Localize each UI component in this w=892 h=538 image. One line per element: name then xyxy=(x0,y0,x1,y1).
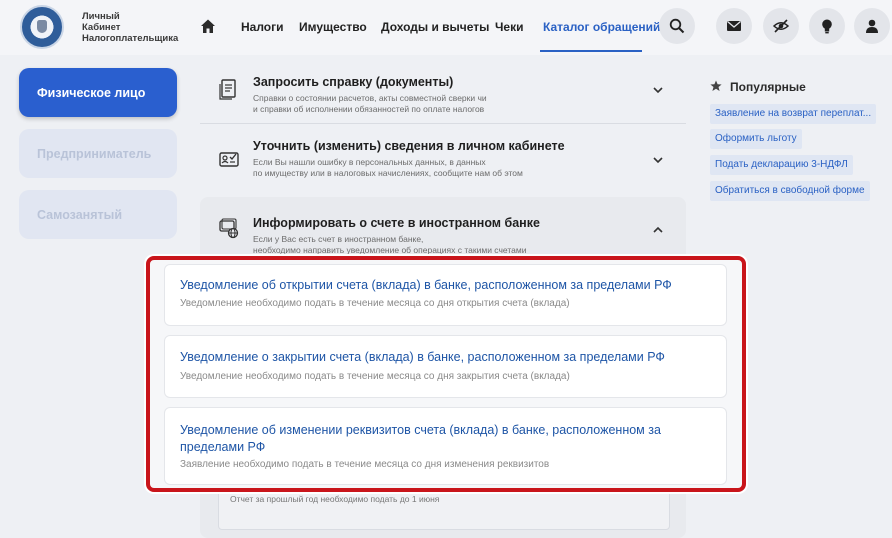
catalog-item-title: Информировать о счете в иностранном банк… xyxy=(253,216,540,230)
popular-link-3ndfl[interactable]: Подать декларацию 3-НДФЛ xyxy=(710,155,853,175)
card-title[interactable]: Уведомление об изменении реквизитов счет… xyxy=(180,422,661,456)
catalog-item-foreign-bank[interactable]: Информировать о счете в иностранном банк… xyxy=(200,205,686,257)
card-title[interactable]: Уведомление о закрытии счета (вклада) в … xyxy=(180,349,665,366)
messages-button[interactable] xyxy=(716,8,752,44)
catalog-item-title: Запросить справку (документы) xyxy=(253,75,454,89)
notification-change-details-card[interactable]: Уведомление об изменении реквизитов счет… xyxy=(164,407,727,485)
logo-line-2: Кабинет xyxy=(82,22,121,33)
mail-icon xyxy=(727,21,741,31)
home-icon[interactable] xyxy=(200,18,216,34)
logo-line-3: Налогоплательщика xyxy=(82,33,179,44)
card-subtitle: Уведомление необходимо подать в течение … xyxy=(180,298,570,309)
popular-title: Популярные xyxy=(730,80,806,94)
document-icon xyxy=(219,79,236,100)
catalog-item-request-certificate[interactable]: Запросить справку (документы) Справки о … xyxy=(200,66,686,124)
popular-link-refund[interactable]: Заявление на возврат переплат... xyxy=(710,104,877,124)
notification-open-account-card[interactable]: Уведомление об открытии счета (вклада) в… xyxy=(164,264,727,326)
fns-emblem-logo[interactable] xyxy=(20,5,64,49)
catalog-item-description: Справки о состоянии расчетов, акты совме… xyxy=(253,93,487,114)
lightbulb-icon xyxy=(822,19,832,34)
nav-income-deductions[interactable]: Доходы и вычеты xyxy=(381,20,489,34)
sidebar-item-individual[interactable]: Физическое лицо xyxy=(19,68,177,117)
partially-visible-text: Отчет за прошлый год необходимо подать д… xyxy=(230,494,440,504)
catalog-item-description: Если Вы нашли ошибку в персональных данн… xyxy=(253,157,523,178)
id-card-check-icon xyxy=(219,152,239,167)
chevron-down-icon[interactable] xyxy=(652,84,664,96)
catalog-item-description: Если у Вас есть счет в иностранном банке… xyxy=(253,234,527,255)
nav-property[interactable]: Имущество xyxy=(299,20,367,34)
notification-close-account-card[interactable]: Уведомление о закрытии счета (вклада) в … xyxy=(164,335,727,398)
search-button[interactable] xyxy=(659,8,695,44)
popular-link-benefit[interactable]: Оформить льготу xyxy=(710,129,802,149)
profile-button[interactable] xyxy=(854,8,890,44)
eye-crossed-icon xyxy=(773,19,789,33)
user-icon xyxy=(866,19,878,33)
nav-taxes[interactable]: Налоги xyxy=(241,20,284,34)
top-header: Личный Кабинет Налогоплательщика Налоги … xyxy=(0,0,892,55)
help-button[interactable] xyxy=(809,8,845,44)
card-title[interactable]: Уведомление об открытии счета (вклада) в… xyxy=(180,277,672,294)
chevron-down-icon[interactable] xyxy=(652,154,664,166)
catalog-item-update-details[interactable]: Уточнить (изменить) сведения в личном ка… xyxy=(200,128,686,190)
bank-cards-globe-icon xyxy=(219,218,239,239)
logo-text[interactable]: Личный Кабинет Налогоплательщика xyxy=(82,11,178,44)
divider xyxy=(200,123,686,124)
search-icon xyxy=(669,18,685,34)
star-icon xyxy=(710,80,722,91)
popular-link-free-form[interactable]: Обратиться в свободной форме xyxy=(710,181,870,201)
logo-line-1: Личный xyxy=(82,11,120,22)
visibility-toggle-button[interactable] xyxy=(763,8,799,44)
card-title-line-1: Уведомление об изменении реквизитов счет… xyxy=(180,423,661,437)
chevron-up-icon[interactable] xyxy=(652,224,664,236)
card-subtitle: Уведомление необходимо подать в течение … xyxy=(180,371,570,382)
sidebar-item-entrepreneur[interactable]: Предприниматель xyxy=(19,129,177,178)
nav-appeals-catalog[interactable]: Каталог обращений xyxy=(543,20,660,34)
nav-receipts[interactable]: Чеки xyxy=(495,20,524,34)
sidebar-item-self-employed[interactable]: Самозанятый xyxy=(19,190,177,239)
catalog-item-title: Уточнить (изменить) сведения в личном ка… xyxy=(253,139,565,153)
card-subtitle: Заявление необходимо подать в течение ме… xyxy=(180,459,550,470)
active-tab-underline xyxy=(540,50,642,52)
card-title-line-2: пределами РФ xyxy=(180,440,266,454)
